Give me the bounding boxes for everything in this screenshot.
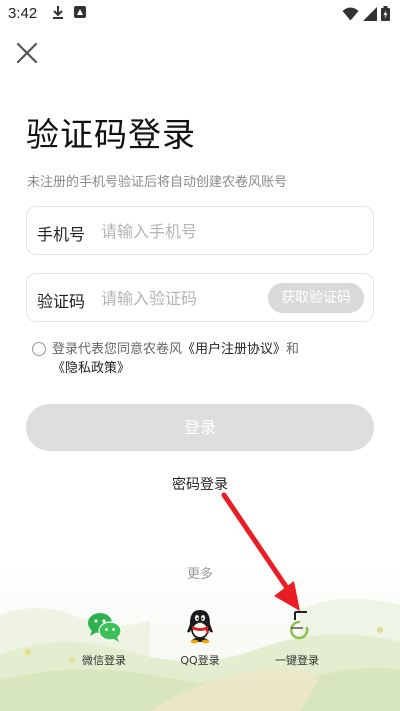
signal-icon	[363, 6, 377, 21]
more-label: 更多	[186, 567, 213, 582]
status-system-icons	[342, 6, 390, 21]
qq-icon	[187, 610, 213, 644]
code-field: 验证码 获取验证码	[26, 273, 374, 322]
agreement-text: 登录代表您同意农卷风《用户注册协议》和《隐私政策》	[32, 340, 372, 378]
agreement-prefix: 登录代表您同意农卷风	[52, 342, 183, 357]
app-notification-icon	[74, 6, 86, 18]
login-button[interactable]: 登录	[26, 404, 374, 451]
close-button[interactable]	[14, 40, 40, 66]
close-icon	[16, 42, 38, 64]
status-time: 3:42	[8, 5, 38, 22]
page-title: 验证码登录	[26, 115, 196, 154]
phone-input[interactable]	[101, 216, 281, 246]
loading-icon	[290, 611, 309, 640]
agree-checkbox[interactable]	[32, 342, 46, 356]
wifi-icon	[342, 7, 359, 20]
one-key-login-button[interactable]: 一键登录	[257, 606, 337, 668]
get-code-button[interactable]: 获取验证码	[268, 283, 364, 313]
code-label: 验证码	[37, 292, 86, 311]
download-icon	[53, 6, 63, 19]
password-login-row: 密码登录	[0, 474, 400, 494]
user-agreement-link[interactable]: 《用户注册协议》	[182, 342, 286, 357]
phone-field: 手机号	[26, 206, 374, 255]
page-subtitle: 未注册的手机号验证后将自动创建农卷风账号	[27, 175, 288, 190]
privacy-policy-link[interactable]: 《隐私政策》	[52, 361, 130, 376]
one-key-login-label: 一键登录	[275, 654, 319, 667]
wechat-login-label: 微信登录	[82, 654, 126, 667]
password-login-link[interactable]: 密码登录	[172, 477, 228, 493]
phone-label: 手机号	[37, 225, 86, 244]
qq-login-button[interactable]: QQ登录	[160, 606, 240, 668]
code-input[interactable]	[101, 283, 281, 313]
status-bar: 3:42	[0, 0, 400, 28]
wechat-login-button[interactable]: 微信登录	[64, 606, 144, 668]
wechat-icon	[88, 613, 122, 642]
status-notifications	[52, 5, 86, 19]
qq-login-label: QQ登录	[180, 654, 220, 667]
battery-icon	[381, 6, 390, 21]
agreement-and: 和	[286, 342, 300, 357]
agreement: 登录代表您同意农卷风《用户注册协议》和《隐私政策》	[32, 340, 372, 378]
